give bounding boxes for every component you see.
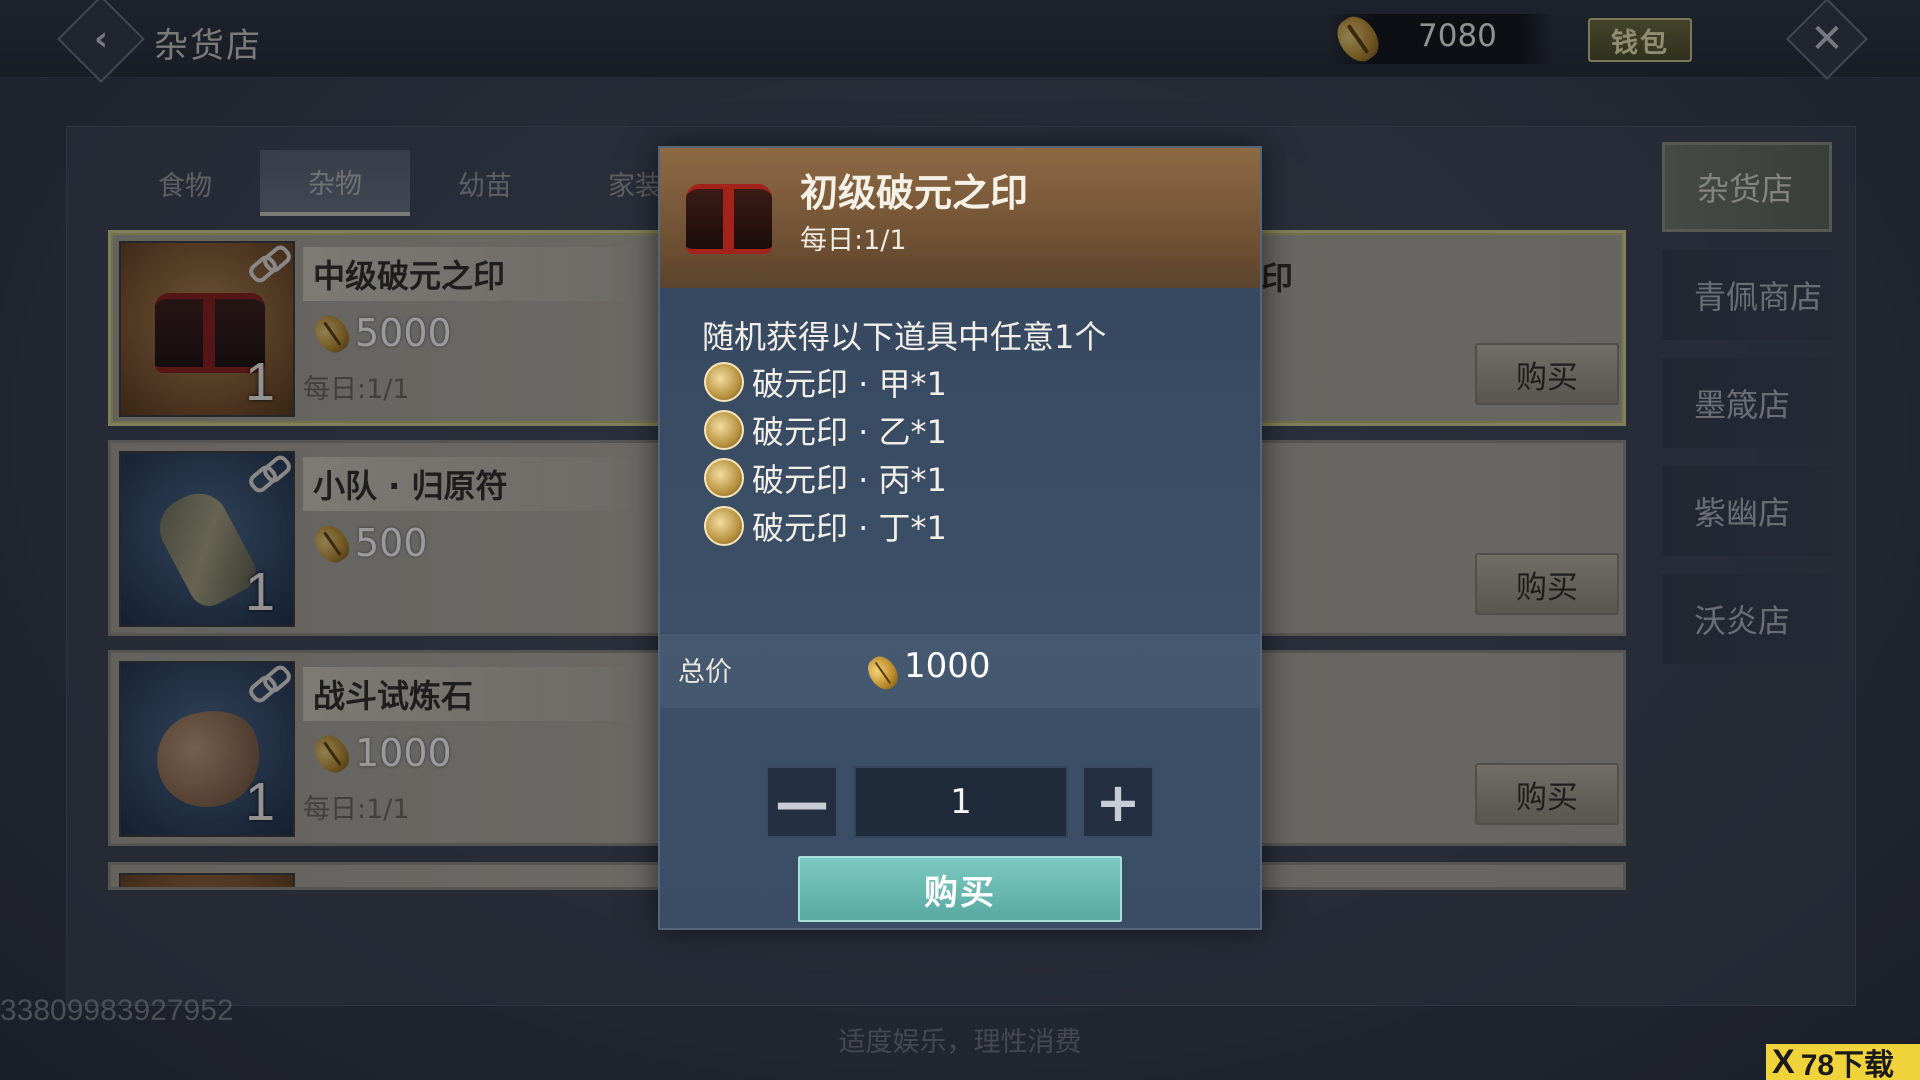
reward-label: 破元印 · 甲*1 [752, 365, 947, 403]
site-badge-x: X [1772, 1042, 1795, 1080]
dialog-description: 随机获得以下道具中任意1个 [702, 318, 1107, 356]
dialog-header: 初级破元之印 每日:1/1 [660, 148, 1260, 288]
reward-item: 破元印 · 丙*1 [704, 454, 947, 502]
site-badge-text: 78下载 [1800, 1049, 1895, 1080]
dialog-title: 初级破元之印 [800, 171, 1029, 215]
quantity-input[interactable]: 1 [854, 766, 1068, 838]
seal-yi-icon [704, 410, 744, 450]
total-value: 1000 [904, 646, 991, 686]
seal-jia-icon [704, 362, 744, 402]
purchase-dialog: 初级破元之印 每日:1/1 随机获得以下道具中任意1个 破元印 · 甲*1 破元… [658, 146, 1262, 930]
seal-ding-icon [704, 506, 744, 546]
reward-label: 破元印 · 乙*1 [752, 413, 947, 451]
site-watermark-badge: X 78下载 [1766, 1042, 1920, 1080]
quantity-minus-button[interactable]: — [766, 766, 838, 838]
reward-label: 破元印 · 丙*1 [752, 461, 947, 499]
chest-icon [686, 184, 772, 254]
reward-item: 破元印 · 丁*1 [704, 502, 947, 550]
reward-label: 破元印 · 丁*1 [752, 509, 947, 547]
reward-item: 破元印 · 乙*1 [704, 406, 947, 454]
quantity-plus-button[interactable]: + [1082, 766, 1154, 838]
confirm-buy-button[interactable]: 购买 [798, 856, 1122, 922]
seal-bing-icon [704, 458, 744, 498]
total-label: 总价 [678, 657, 732, 688]
reward-list: 破元印 · 甲*1 破元印 · 乙*1 破元印 · 丙*1 破元印 · 丁*1 [704, 358, 947, 550]
dialog-daily-limit: 每日:1/1 [800, 225, 907, 256]
reward-item: 破元印 · 甲*1 [704, 358, 947, 406]
